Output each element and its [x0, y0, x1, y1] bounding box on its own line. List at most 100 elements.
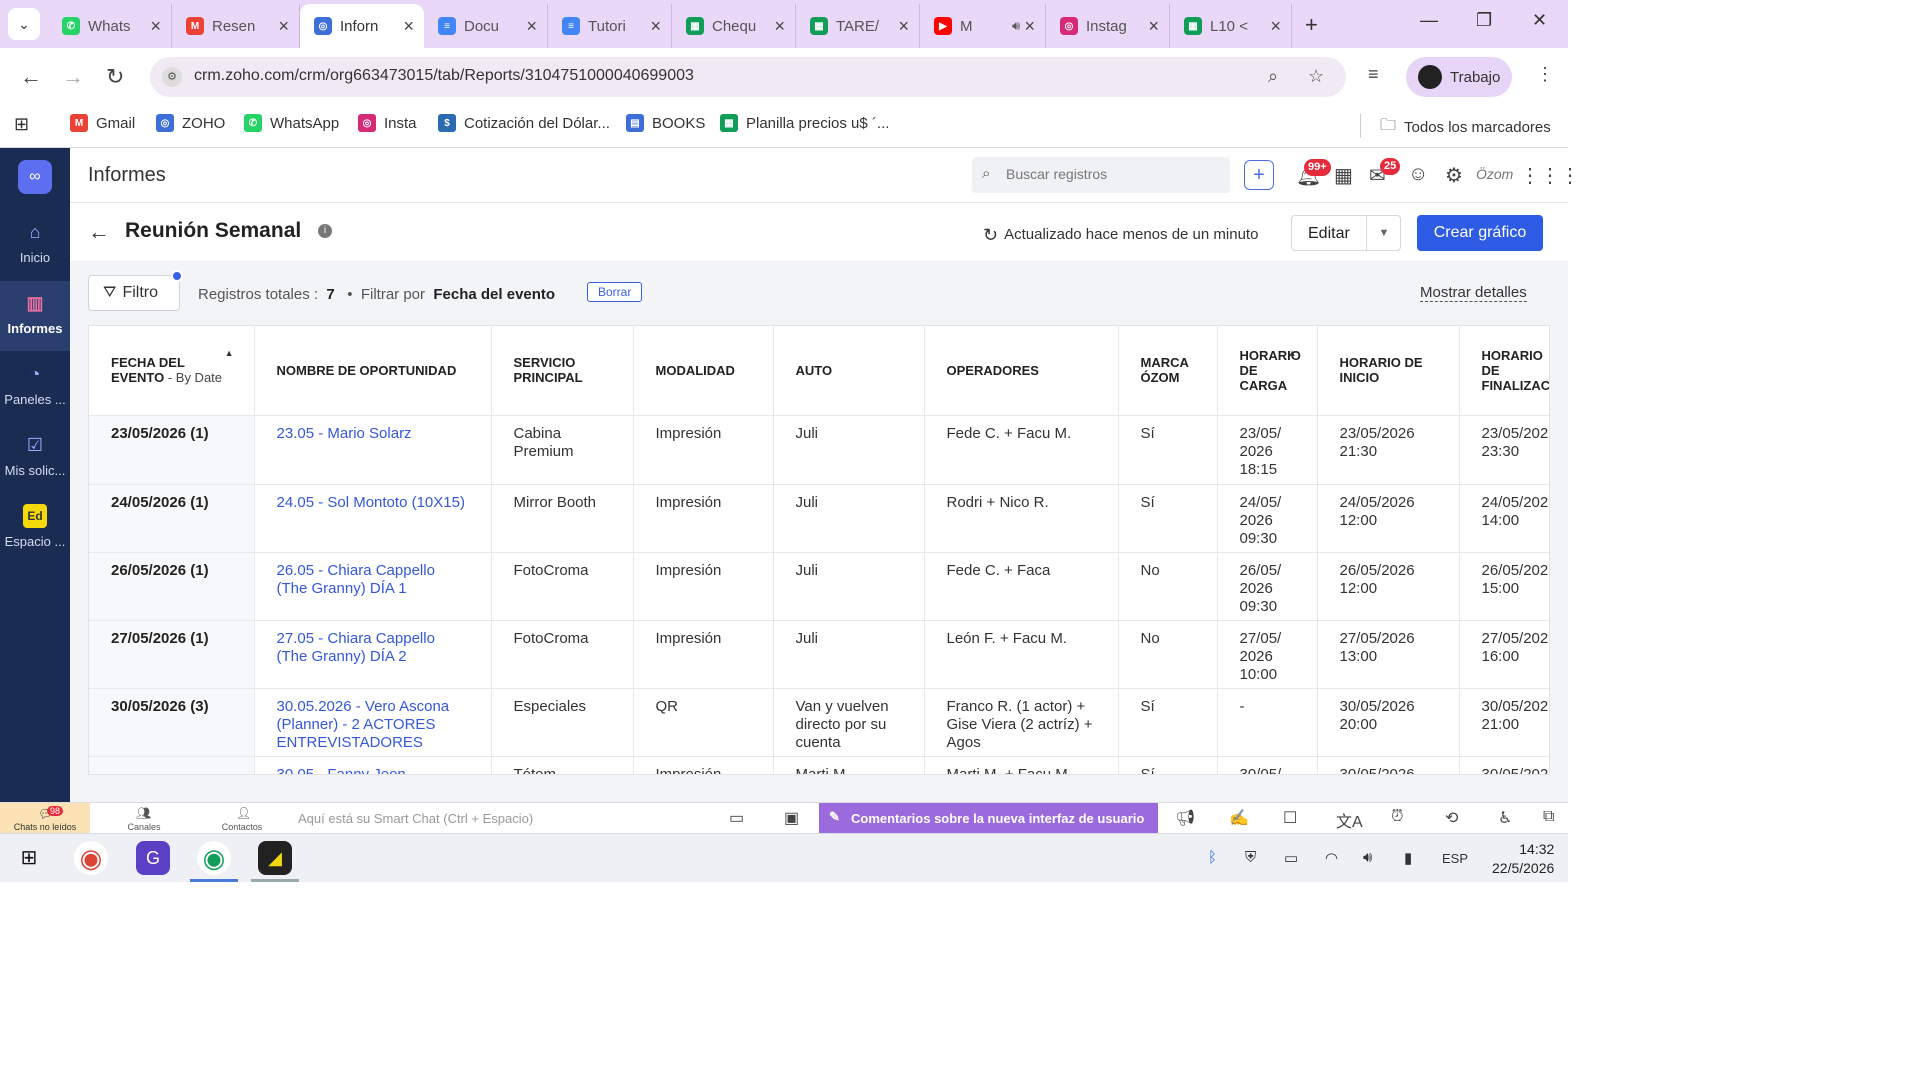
- close-tab-icon[interactable]: ×: [1148, 16, 1159, 37]
- alarm-icon[interactable]: ⏰︎: [1391, 808, 1403, 826]
- browser-tab[interactable]: ≡ Docu ×: [424, 4, 548, 48]
- quick-create-button[interactable]: +: [1244, 160, 1274, 190]
- windows-start-icon[interactable]: ⊞: [12, 841, 46, 875]
- sidebar-item-dashboards[interactable]: ◔ Paneles ...: [0, 352, 70, 422]
- apps-grid-icon[interactable]: ⊞: [14, 114, 29, 135]
- column-header[interactable]: FECHA DEL EVENTO - By Date ▲: [89, 326, 255, 416]
- back-arrow-icon[interactable]: ←: [88, 219, 110, 245]
- column-header[interactable]: NOMBRE DE OPORTUNIDAD: [254, 326, 492, 416]
- sort-asc-icon[interactable]: ▲: [1288, 348, 1297, 358]
- address-bar[interactable]: ⚙ crm.zoho.com/crm/org663473015/tab/Repo…: [150, 57, 1346, 97]
- sticky-notes-icon[interactable]: ◢: [258, 841, 292, 875]
- close-tab-icon[interactable]: ×: [774, 16, 785, 37]
- close-tab-icon[interactable]: ×: [898, 16, 909, 37]
- browser-tab[interactable]: ◎ Inforn ×: [300, 4, 424, 48]
- feedback-button[interactable]: ✎ Comentarios sobre la nueva interfaz de…: [819, 803, 1158, 834]
- close-window-button[interactable]: ✕: [1532, 10, 1547, 31]
- table-row[interactable]: 30/05/2026 (3) 30.05.2026 - Vero Ascona (…: [89, 688, 1549, 757]
- browser-tab[interactable]: ▦ TARE/ ×: [796, 4, 920, 48]
- column-header[interactable]: MARCA ÓZOM: [1118, 326, 1218, 416]
- brand-logo[interactable]: Özom: [1476, 166, 1513, 182]
- contacts-button[interactable]: 👤︎ Contactos: [198, 803, 286, 834]
- column-header[interactable]: SERVICIO PRINCIPAL: [491, 326, 634, 416]
- column-header[interactable]: OPERADORES: [924, 326, 1119, 416]
- close-tab-icon[interactable]: ×: [1270, 16, 1281, 37]
- sidebar-item-home[interactable]: ⌂ Inicio: [0, 210, 70, 280]
- profile-button[interactable]: Trabajo: [1406, 57, 1512, 97]
- bookmark-item[interactable]: ▦ Planilla precios u$ ´...: [720, 114, 889, 132]
- apps-grid-icon[interactable]: ⋮⋮⋮: [1520, 163, 1580, 188]
- bookmark-item[interactable]: ◎ Insta: [358, 114, 417, 132]
- opportunity-link[interactable]: 23.05 - Mario Solarz: [277, 425, 412, 442]
- zoom-icon[interactable]: ⌕: [1268, 66, 1278, 87]
- security-icon[interactable]: ⛨: [1245, 849, 1256, 866]
- table-row[interactable]: 24/05/2026 (1) 24.05 - Sol Montoto (10X15…: [89, 484, 1549, 553]
- note-icon[interactable]: ☐: [1283, 808, 1297, 828]
- bookmark-item[interactable]: M Gmail: [70, 114, 135, 132]
- opportunity-link[interactable]: 26.05 - Chiara Cappello (The Granny) DÍA…: [277, 562, 435, 597]
- site-info-icon[interactable]: ⚙: [162, 67, 182, 87]
- opportunity-link[interactable]: 30.05 - Fanny Jeon: [277, 766, 406, 775]
- close-tab-icon[interactable]: ×: [150, 16, 161, 37]
- close-tab-icon[interactable]: ×: [278, 16, 289, 37]
- create-chart-button[interactable]: Crear gráfico: [1417, 215, 1543, 251]
- close-tab-icon[interactable]: ×: [526, 16, 537, 37]
- close-tab-icon[interactable]: ×: [403, 16, 414, 37]
- signature-icon[interactable]: ✍: [1229, 808, 1249, 828]
- show-details-link[interactable]: Mostrar detalles: [1420, 284, 1527, 302]
- table-row[interactable]: 27/05/2026 (1) 27.05 - Chiara Cappello (T…: [89, 620, 1549, 689]
- chrome-icon[interactable]: ◉: [74, 841, 108, 875]
- column-header[interactable]: HORARIO DE INICIO: [1317, 326, 1460, 416]
- new-tab-button[interactable]: +: [1305, 12, 1318, 38]
- browser-tab[interactable]: ≡ Tutori ×: [548, 4, 672, 48]
- column-header[interactable]: HORARIO DE CARGA ▲: [1217, 326, 1318, 416]
- opportunity-link[interactable]: 24.05 - Sol Montoto (10X15): [277, 494, 465, 511]
- bluetooth-icon[interactable]: ᛒ: [1208, 849, 1217, 866]
- sidebar-item-requests[interactable]: ☑ Mis solic...: [0, 423, 70, 493]
- history-icon[interactable]: ⟲: [1445, 808, 1458, 828]
- clear-filter-button[interactable]: Borrar: [587, 282, 643, 302]
- all-bookmarks-button[interactable]: 🗀 Todos los marcadores: [1380, 114, 1551, 141]
- column-header[interactable]: HORARIO DE FINALIZACIÓN: [1459, 326, 1549, 416]
- table-row[interactable]: 26/05/2026 (1) 26.05 - Chiara Cappello (T…: [89, 552, 1549, 621]
- app-g-icon[interactable]: G: [136, 841, 170, 875]
- table-row[interactable]: 30.05 - Fanny Jeon Tótem Impresión Marti M.…: [89, 756, 1549, 775]
- calendar-icon[interactable]: ▦: [1334, 163, 1353, 188]
- media-control-icon[interactable]: ≡: [1368, 64, 1379, 85]
- sort-asc-icon[interactable]: ▲: [225, 348, 234, 358]
- filter-button[interactable]: ⛛ Filtro: [88, 275, 180, 311]
- sidebar-item-workspace[interactable]: Ed Espacio ...: [0, 494, 70, 564]
- opportunity-link[interactable]: 27.05 - Chiara Cappello (The Granny) DÍA…: [277, 630, 435, 665]
- clock[interactable]: 14:32 22/5/2026: [1492, 840, 1554, 878]
- refresh-status[interactable]: ↻ Actualizado hace menos de un minuto: [983, 225, 1258, 246]
- megaphone-icon[interactable]: 📢︎: [1175, 808, 1195, 828]
- browser-tab[interactable]: ◎ Instag ×: [1046, 4, 1170, 48]
- accessibility-icon[interactable]: ♿︎: [1498, 808, 1512, 828]
- bookmark-item[interactable]: ✆ WhatsApp: [244, 114, 339, 132]
- browser-tab[interactable]: M Resen ×: [172, 4, 300, 48]
- speaker-icon[interactable]: 🔊︎: [1012, 18, 1020, 34]
- chevron-down-icon[interactable]: ▼: [1366, 216, 1401, 250]
- phone-icon[interactable]: ▮: [1404, 849, 1412, 867]
- restore-button[interactable]: ❐: [1476, 10, 1492, 31]
- table-row[interactable]: 23/05/2026 (1) 23.05 - Mario Solarz Cabina…: [89, 415, 1549, 485]
- info-icon[interactable]: i: [318, 224, 332, 238]
- translate-icon[interactable]: 文A: [1336, 808, 1363, 832]
- opportunity-link[interactable]: 30.05.2026 - Vero Ascona (Planner) - 2 A…: [277, 698, 450, 751]
- edit-button[interactable]: Editar ▼: [1291, 215, 1401, 251]
- screenshot-icon[interactable]: ▣: [784, 808, 799, 828]
- browser-tab[interactable]: ▶ M 🔊︎ ×: [920, 4, 1046, 48]
- zoho-crm-logo[interactable]: ∞: [18, 160, 52, 194]
- volume-icon[interactable]: 🔊︎: [1363, 849, 1372, 866]
- language-indicator[interactable]: ESP: [1442, 851, 1468, 866]
- back-icon[interactable]: ←: [20, 64, 42, 90]
- browser-tab[interactable]: ✆ Whats ×: [48, 4, 172, 48]
- column-header[interactable]: MODALIDAD: [633, 326, 774, 416]
- chrome-profile-icon[interactable]: ◉: [197, 841, 231, 875]
- marketplace-icon[interactable]: ☺: [1408, 163, 1428, 186]
- bookmark-item[interactable]: ▤ BOOKS: [626, 114, 705, 132]
- reload-icon[interactable]: ↻: [106, 64, 124, 90]
- copy-icon[interactable]: ⧉: [1543, 808, 1554, 826]
- unread-chats-button[interactable]: 💬︎ 98 Chats no leídos: [0, 803, 90, 834]
- tab-search-button[interactable]: ⌄: [8, 8, 40, 40]
